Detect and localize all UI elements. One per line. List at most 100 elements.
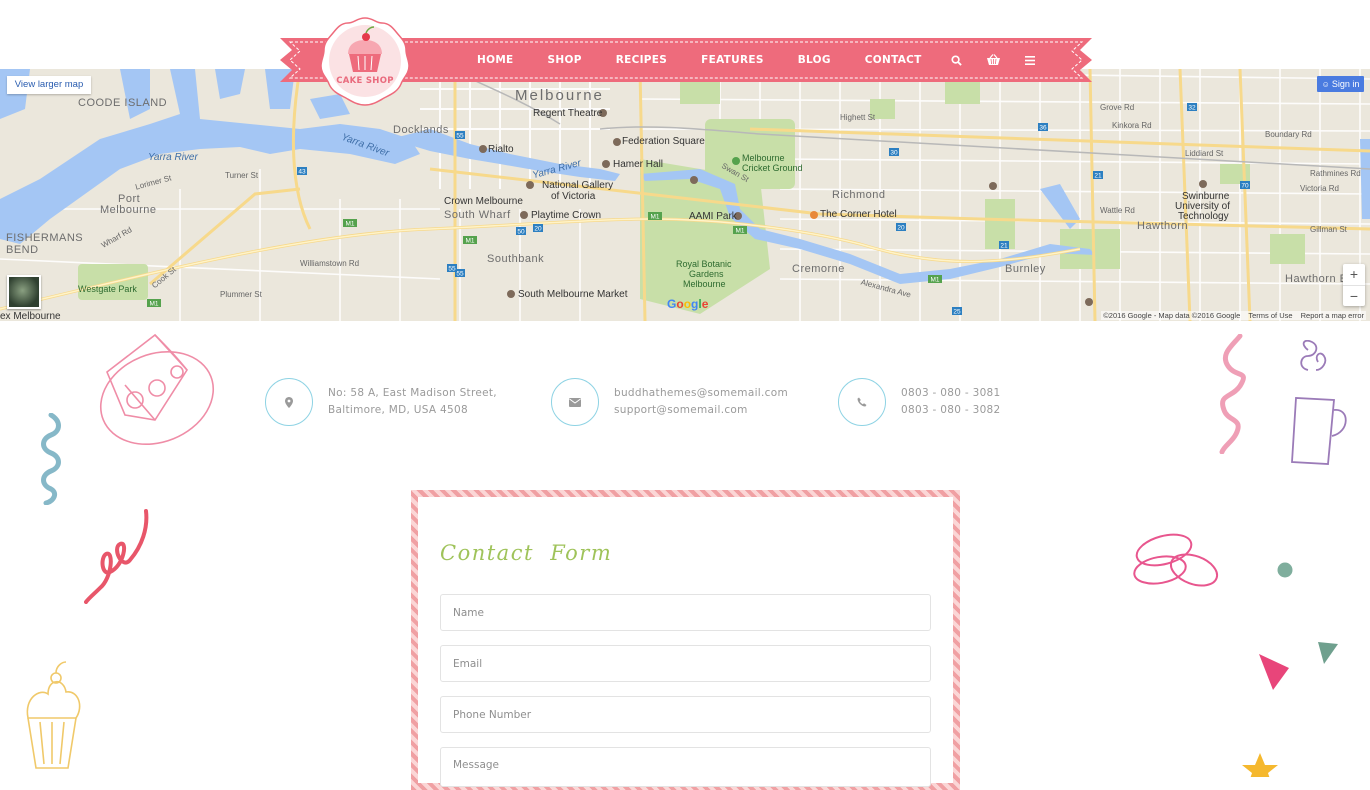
svg-text:M1: M1 <box>149 301 158 308</box>
map-label: South Melbourne Market <box>518 289 628 300</box>
map-label: Cremorne <box>792 263 845 275</box>
map-label: Hamer Hall <box>613 159 664 170</box>
map-label: Hawthorn <box>1137 220 1189 232</box>
svg-text:55: 55 <box>456 271 464 278</box>
svg-text:21: 21 <box>1000 243 1008 250</box>
macarons-doodle <box>1133 533 1219 587</box>
svg-text:M1: M1 <box>735 228 744 235</box>
brand-name: CAKE SHOP <box>336 76 394 86</box>
search-icon[interactable] <box>951 54 962 66</box>
cake-slice-doodle <box>99 333 215 446</box>
svg-text:M1: M1 <box>650 214 659 221</box>
basket-icon[interactable] <box>986 54 1001 66</box>
report-map-error-link[interactable]: Report a map error <box>1301 311 1364 320</box>
map-label: BEND <box>6 244 39 256</box>
phone-icon <box>838 378 886 426</box>
map-label: Gillman St <box>1310 225 1347 234</box>
map-label: Victoria Rd <box>1300 184 1339 193</box>
address-line-1: No: 58 A, East Madison Street, <box>328 387 497 399</box>
map-label: Playtime Crown <box>531 210 602 221</box>
map-label: Rialto <box>488 144 514 155</box>
terms-of-use-link[interactable]: Terms of Use <box>1248 311 1292 320</box>
map-label: ex Melbourne <box>0 311 61 322</box>
map-label: Southbank <box>487 253 545 265</box>
phone-info: 0803 - 080 - 3081 0803 - 080 - 3082 <box>838 378 1001 426</box>
map-label: Wattle Rd <box>1100 206 1135 215</box>
map-data-attribution: ©2016 Google - Map data ©2016 Google <box>1103 311 1241 320</box>
svg-text:36: 36 <box>1039 125 1047 132</box>
sign-in-label: Sign in <box>1331 79 1360 89</box>
map-sign-in-button[interactable]: ☺ Sign in <box>1317 76 1364 92</box>
email-support[interactable]: support@somemail.com <box>614 402 788 419</box>
nav-shop[interactable]: SHOP <box>548 54 582 66</box>
ribbon-doodle-blue <box>41 413 61 505</box>
map-attribution: ©2016 Google - Map data ©2016 Google Ter… <box>1101 311 1366 320</box>
map-zoom-control: + − <box>1343 264 1365 306</box>
map-label: Boundary Rd <box>1265 130 1312 139</box>
nav-home[interactable]: HOME <box>477 54 514 66</box>
email-primary[interactable]: buddhathemes@somemail.com <box>614 385 788 402</box>
phone-number-1[interactable]: 0803 - 080 - 3081 <box>901 385 1001 402</box>
map-label: AAMI Park <box>689 211 737 222</box>
menu-icon[interactable] <box>1024 55 1035 65</box>
map-label: Richmond <box>832 189 886 201</box>
map-label: FISHERMANS <box>6 232 84 244</box>
google-user-icon: ☺ <box>1321 80 1330 89</box>
svg-text:43: 43 <box>298 169 306 176</box>
map-label: Turner St <box>225 171 259 180</box>
svg-text:32: 32 <box>1188 105 1196 112</box>
nav-contact[interactable]: CONTACT <box>865 54 922 66</box>
triangle-decoration-pink <box>1259 654 1289 690</box>
nav-blog[interactable]: BLOG <box>798 54 831 66</box>
map-label: Melbourne <box>515 87 604 104</box>
svg-text:25: 25 <box>953 309 961 316</box>
map-label: South Wharf <box>444 209 511 221</box>
svg-text:20: 20 <box>897 225 905 232</box>
ribbon-doodle-pink <box>1219 334 1246 454</box>
satellite-view-toggle[interactable] <box>7 275 41 309</box>
map-label: Grove Rd <box>1100 103 1135 112</box>
map-label: Kinkora Rd <box>1112 121 1152 130</box>
nav-features[interactable]: FEATURES <box>701 54 764 66</box>
map-label: Highett St <box>840 113 876 122</box>
svg-text:70: 70 <box>1241 183 1249 190</box>
map-label: Cricket Ground <box>742 163 803 173</box>
zoom-in-button[interactable]: + <box>1343 264 1365 286</box>
svg-text:50: 50 <box>517 229 525 236</box>
phone-number-field[interactable] <box>440 696 931 733</box>
zoom-out-button[interactable]: − <box>1343 286 1365 307</box>
coffee-mug-doodle <box>1291 340 1347 465</box>
cupcake-doodle <box>26 661 81 769</box>
map-label: of Victoria <box>551 191 596 202</box>
svg-text:55: 55 <box>448 266 456 273</box>
view-larger-map-link[interactable]: View larger map <box>7 76 91 94</box>
nav-recipes[interactable]: RECIPES <box>616 54 667 66</box>
svg-text:55: 55 <box>456 133 464 140</box>
message-field[interactable] <box>440 747 931 787</box>
svg-text:M1: M1 <box>345 221 354 228</box>
map-label: Westgate Park <box>78 284 137 294</box>
map-label: The Corner Hotel <box>820 209 897 220</box>
main-navigation: HOME SHOP RECIPES FEATURES BLOG CONTACT <box>460 36 1047 84</box>
address-line-2: Baltimore, MD, USA 4508 <box>328 404 468 416</box>
map-label: Williamstown Rd <box>300 259 360 268</box>
svg-text:M1: M1 <box>465 238 474 245</box>
dot-decoration <box>1277 562 1293 578</box>
map-label: Gardens <box>689 269 724 279</box>
contact-form-frame <box>411 490 960 790</box>
email-field[interactable] <box>440 645 931 682</box>
name-field[interactable] <box>440 594 931 631</box>
map-label: Yarra River <box>148 152 198 163</box>
map-label: Plummer St <box>220 290 262 299</box>
phone-number-2[interactable]: 0803 - 080 - 3082 <box>901 402 1001 419</box>
envelope-icon <box>551 378 599 426</box>
svg-text:M1: M1 <box>930 277 939 284</box>
map-label: Crown Melbourne <box>444 196 523 207</box>
embedded-map[interactable]: M1 M1 M1 M1 M1 M1 55 55 50 20 30 20 36 3… <box>0 69 1370 321</box>
contact-form-title: Contact Form <box>440 541 613 565</box>
cake-shop-logo[interactable] <box>318 14 412 108</box>
map-label: Burnley <box>1005 263 1046 275</box>
map-label: Regent Theatre <box>533 108 603 119</box>
address-info: No: 58 A, East Madison Street, Baltimore… <box>265 378 497 426</box>
star-decoration <box>1242 753 1278 777</box>
